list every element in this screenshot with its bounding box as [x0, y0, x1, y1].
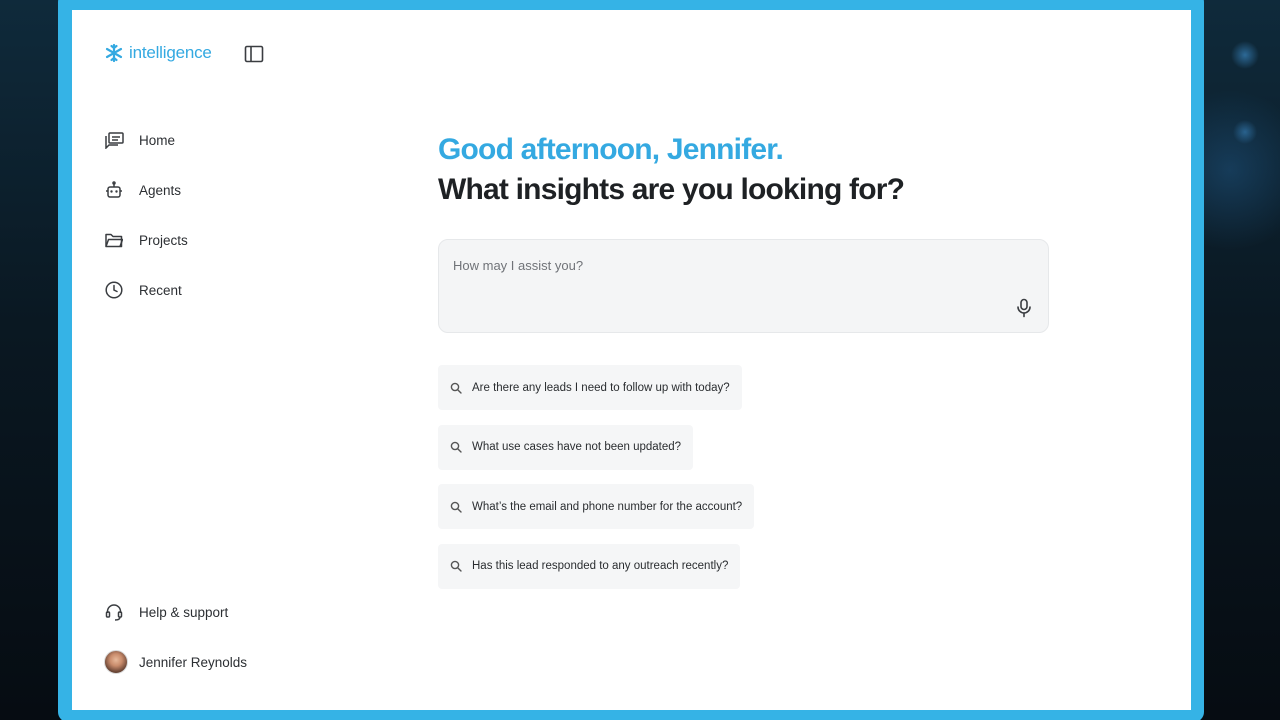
suggestion-chip[interactable]: What’s the email and phone number for th…	[438, 484, 755, 529]
suggestion-text: Are there any leads I need to follow up …	[472, 381, 730, 394]
app-window: intelligence Home Agents Projects Recent…	[72, 10, 1191, 710]
folder-icon	[104, 230, 124, 250]
page-title: Good afternoon, Jennifer. What insights …	[438, 130, 905, 210]
search-icon	[450, 560, 462, 572]
robot-icon	[104, 180, 124, 200]
sidebar-panel-icon	[244, 45, 264, 63]
sidebar-item-home[interactable]: Home	[104, 115, 188, 165]
greeting-text: Good afternoon, Jennifer.	[438, 133, 784, 166]
sidebar-item-recent[interactable]: Recent	[104, 265, 188, 315]
question-text: What insights are you looking for?	[438, 173, 905, 206]
suggestion-chip[interactable]: What use cases have not been updated?	[438, 424, 694, 470]
sidebar-footer: Help & support Jennifer Reynolds	[104, 587, 247, 687]
sidebar-item-projects[interactable]: Projects	[104, 215, 188, 265]
suggestion-text: What use cases have not been updated?	[472, 441, 682, 453]
main-content: Good afternoon, Jennifer. What insights …	[372, 10, 1191, 710]
brand-logo[interactable]: intelligence	[104, 43, 212, 63]
headset-icon	[104, 602, 124, 622]
sidebar-item-agents[interactable]: Agents	[104, 165, 188, 215]
prompt-box	[438, 239, 1049, 333]
brand-name: intelligence	[129, 43, 212, 62]
sidebar: intelligence Home Agents Projects Recent…	[72, 10, 372, 710]
user-profile[interactable]: Jennifer Reynolds	[104, 637, 247, 687]
search-icon	[450, 441, 462, 453]
suggestion-text: Has this lead responded to any outreach …	[472, 560, 729, 572]
sidebar-item-label: Agents	[139, 182, 182, 198]
prompt-input[interactable]	[453, 255, 1013, 275]
avatar	[104, 650, 128, 674]
suggestion-chip[interactable]: Has this lead responded to any outreach …	[438, 543, 741, 589]
search-icon	[450, 501, 462, 513]
suggestion-list: Are there any leads I need to follow up …	[438, 365, 755, 603]
help-support-label: Help & support	[139, 604, 229, 620]
home-chat-icon	[104, 130, 124, 150]
avatar-image	[104, 650, 128, 674]
sidebar-item-label: Recent	[139, 282, 182, 298]
user-name: Jennifer Reynolds	[139, 654, 248, 670]
sidebar-nav: Home Agents Projects Recent	[104, 115, 188, 315]
suggestion-chip[interactable]: Are there any leads I need to follow up …	[438, 365, 742, 410]
clock-icon	[104, 280, 124, 300]
sidebar-item-label: Projects	[139, 232, 188, 248]
search-icon	[450, 382, 462, 394]
sidebar-item-label: Home	[139, 132, 176, 148]
suggestion-text: What’s the email and phone number for th…	[472, 500, 743, 513]
help-support-link[interactable]: Help & support	[104, 587, 247, 637]
snowflake-icon	[105, 43, 123, 63]
microphone-button[interactable]	[1016, 298, 1032, 318]
sidebar-toggle-button[interactable]	[244, 45, 264, 63]
microphone-icon	[1017, 298, 1031, 318]
